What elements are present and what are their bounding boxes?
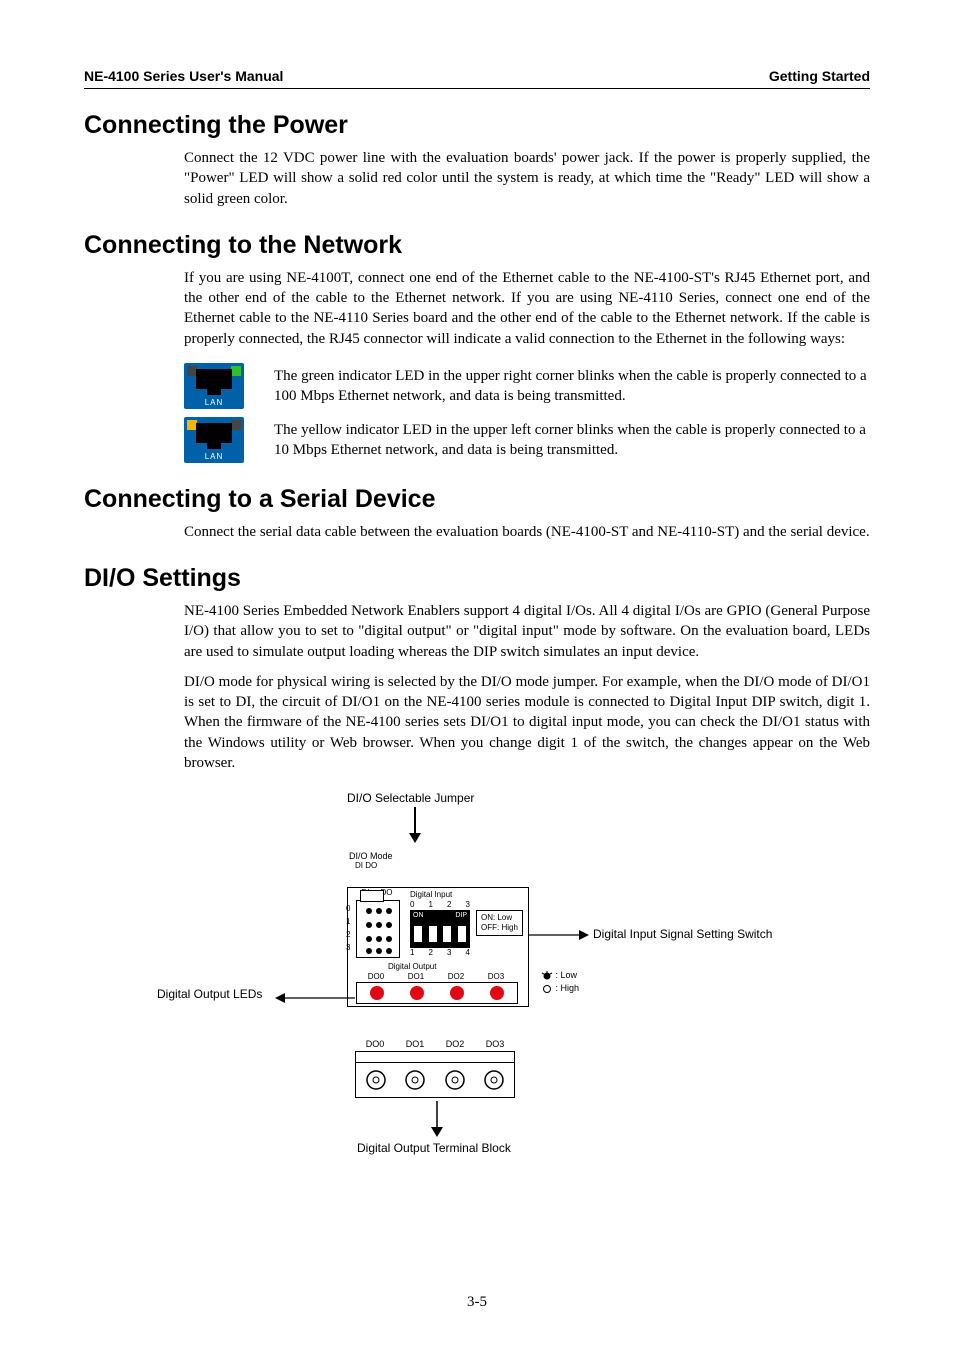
- led-icon: [370, 986, 384, 1000]
- dip-dip-label: DIP: [455, 912, 467, 919]
- di-do-vertical-label: DI DO: [355, 861, 377, 870]
- empty-led-icon: [541, 984, 553, 994]
- section-dio-body2: DI/O mode for physical wiring is selecte…: [84, 672, 870, 773]
- section-serial-body: Connect the serial data cable between th…: [84, 522, 870, 542]
- led-legend: : Low : High: [541, 969, 579, 995]
- arrow-down-icon: [407, 807, 423, 843]
- board-box: DI DO 0 1 2 3 ON DIP: [347, 887, 529, 1007]
- lan-port-icon: LAN: [184, 363, 244, 409]
- output-leds-label: Digital Output LEDs: [157, 987, 262, 1001]
- arrow-down-icon: [429, 1101, 445, 1137]
- screw-terminal-icon: [404, 1069, 426, 1091]
- dip-on-off-legend: ON: Low OFF: High: [476, 910, 523, 936]
- lan-label: LAN: [184, 452, 244, 461]
- screw-terminal-icon: [444, 1069, 466, 1091]
- section-dio-title: DI/O Settings: [84, 564, 870, 593]
- diagram-jumper-label: DI/O Selectable Jumper: [347, 791, 474, 805]
- arrow-left-icon: [275, 992, 355, 1004]
- header-right: Getting Started: [769, 68, 870, 84]
- dip-on-label: ON: [413, 912, 424, 919]
- page-number: 3-5: [0, 1294, 954, 1311]
- screw-terminal-icon: [365, 1069, 387, 1091]
- filled-led-icon: [541, 971, 553, 981]
- led-icon: [450, 986, 464, 1000]
- arrow-right-icon: [529, 929, 589, 941]
- digital-input-small-label: Digital Input: [410, 890, 452, 899]
- lan-yellow-row: LAN The yellow indicator LED in the uppe…: [84, 417, 870, 463]
- section-connecting-power-title: Connecting the Power: [84, 111, 870, 140]
- lan-port-icon: LAN: [184, 417, 244, 463]
- dio-diagram: DI/O Selectable Jumper DI DO: [197, 791, 757, 1191]
- terminal-block-icon: [355, 1062, 515, 1098]
- terminal-block-label: Digital Output Terminal Block: [357, 1141, 511, 1155]
- section-serial-title: Connecting to a Serial Device: [84, 485, 870, 514]
- page-header: NE-4100 Series User's Manual Getting Sta…: [84, 68, 870, 89]
- dip-bottom-numbers: 1 2 3 4: [410, 948, 470, 957]
- section-connecting-power-body: Connect the 12 VDC power line with the e…: [84, 148, 870, 209]
- led-icon: [410, 986, 424, 1000]
- output-led-col-labels: DO0 DO1 DO2 DO3: [356, 972, 516, 981]
- terminal-col-labels: DO0 DO1 DO2 DO3: [355, 1039, 515, 1049]
- lan-label: LAN: [184, 398, 244, 407]
- terminal-block-group: DO0 DO1 DO2 DO3: [355, 1039, 515, 1098]
- lan-yellow-text: The yellow indicator LED in the upper le…: [274, 420, 870, 461]
- lan-green-text: The green indicator LED in the upper rig…: [274, 366, 870, 407]
- jumper-row-numbers: 0 1 2 3: [346, 902, 350, 954]
- dip-switch: ON DIP: [410, 910, 470, 948]
- dip-top-numbers: 0 1 2 3: [410, 900, 470, 909]
- output-led-row: [356, 982, 518, 1004]
- header-left: NE-4100 Series User's Manual: [84, 68, 283, 84]
- screw-terminal-icon: [483, 1069, 505, 1091]
- jumper-block: [356, 900, 400, 958]
- section-connecting-network-body: If you are using NE-4100T, connect one e…: [84, 268, 870, 349]
- jumper-cap-icon: [360, 890, 384, 902]
- section-connecting-network-title: Connecting to the Network: [84, 231, 870, 260]
- digital-output-small-label: Digital Output: [388, 962, 436, 971]
- input-switch-label: Digital Input Signal Setting Switch: [593, 927, 772, 941]
- led-icon: [490, 986, 504, 1000]
- section-dio-body1: NE-4100 Series Embedded Network Enablers…: [84, 601, 870, 662]
- lan-green-row: LAN The green indicator LED in the upper…: [84, 363, 870, 409]
- mode-label: DI/O Mode: [349, 851, 393, 861]
